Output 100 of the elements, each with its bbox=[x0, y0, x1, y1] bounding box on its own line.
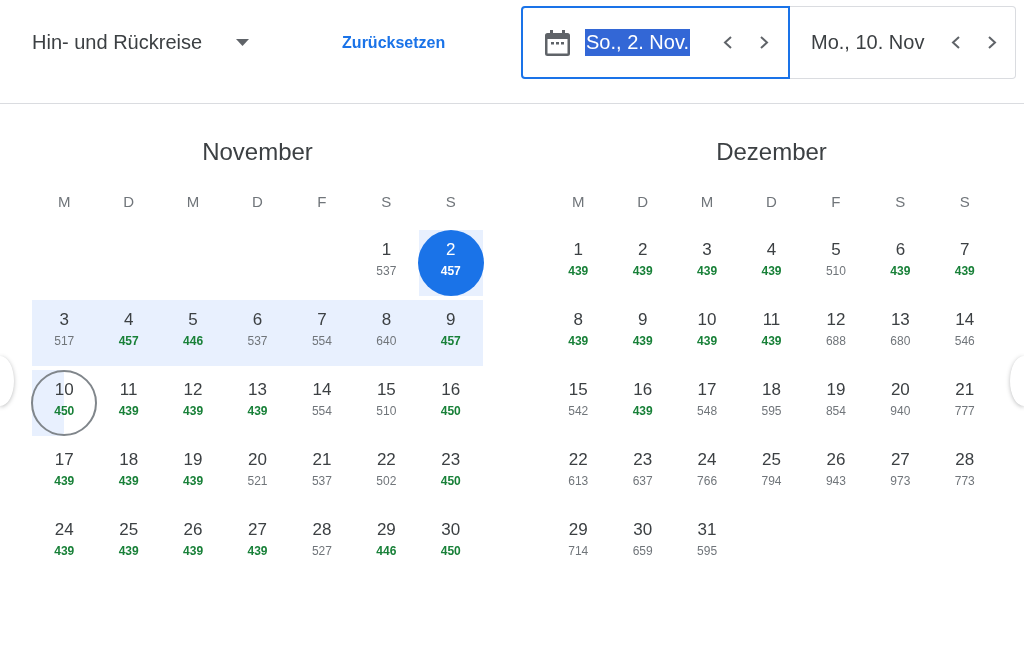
price-label: 446 bbox=[183, 334, 204, 348]
day-button[interactable]: 8 640 bbox=[353, 300, 420, 366]
price-label: 595 bbox=[761, 404, 782, 418]
day-button[interactable]: 9 457 bbox=[417, 300, 484, 366]
chevron-left-icon bbox=[723, 36, 733, 49]
price-label: 521 bbox=[247, 474, 268, 488]
day-button[interactable]: 18 595 bbox=[738, 370, 805, 436]
next-month-button[interactable] bbox=[1010, 356, 1024, 406]
price-label: 510 bbox=[376, 404, 397, 418]
day-button[interactable]: 5 446 bbox=[160, 300, 227, 366]
price-label: 546 bbox=[954, 334, 975, 348]
weekday-label: F bbox=[317, 192, 327, 212]
day-button[interactable]: 23 450 bbox=[417, 440, 484, 506]
day-button[interactable]: 18 439 bbox=[95, 440, 162, 506]
date-picker-field[interactable]: Mo., 10. Nov bbox=[790, 6, 1016, 79]
day-button[interactable]: 4 457 bbox=[95, 300, 162, 366]
price-label: 439 bbox=[247, 404, 268, 418]
date-input-text[interactable]: Mo., 10. Nov bbox=[810, 29, 926, 56]
day-button[interactable]: 15 510 bbox=[353, 370, 420, 436]
day-button[interactable]: 3 517 bbox=[31, 300, 98, 366]
day-button[interactable]: 3 439 bbox=[674, 230, 741, 296]
day-button[interactable]: 10 450 bbox=[31, 370, 98, 436]
day-button[interactable]: 11 439 bbox=[95, 370, 162, 436]
day-button[interactable]: 20 521 bbox=[224, 440, 291, 506]
date-picker-field[interactable]: So., 2. Nov. bbox=[521, 6, 790, 79]
day-button[interactable]: 6 537 bbox=[224, 300, 291, 366]
day-button[interactable]: 12 688 bbox=[802, 300, 869, 366]
day-button[interactable]: 20 940 bbox=[867, 370, 934, 436]
day-button[interactable]: 1 537 bbox=[353, 230, 420, 296]
price-label: 439 bbox=[697, 264, 718, 278]
price-label: 450 bbox=[440, 404, 461, 418]
price-label: 777 bbox=[954, 404, 975, 418]
day-button[interactable]: 13 439 bbox=[224, 370, 291, 436]
day-button[interactable]: 29 446 bbox=[353, 510, 420, 576]
price-label: 766 bbox=[697, 474, 718, 488]
day-button[interactable]: 16 450 bbox=[417, 370, 484, 436]
date-input-text[interactable]: So., 2. Nov. bbox=[585, 29, 690, 56]
chevron-left-icon bbox=[951, 36, 961, 49]
day-button[interactable]: 26 439 bbox=[160, 510, 227, 576]
day-button[interactable]: 17 548 bbox=[674, 370, 741, 436]
day-button[interactable]: 25 439 bbox=[95, 510, 162, 576]
day-button[interactable]: 10 439 bbox=[674, 300, 741, 366]
day-button[interactable]: 8 439 bbox=[545, 300, 612, 366]
day-button[interactable]: 17 439 bbox=[31, 440, 98, 506]
day-button[interactable]: 26 943 bbox=[802, 440, 869, 506]
day-button[interactable]: 22 613 bbox=[545, 440, 612, 506]
day-button[interactable]: 22 502 bbox=[353, 440, 420, 506]
day-button[interactable]: 23 637 bbox=[609, 440, 676, 506]
day-button[interactable]: 28 527 bbox=[288, 510, 355, 576]
weekday-label: S bbox=[445, 192, 456, 212]
day-button[interactable]: 21 777 bbox=[931, 370, 998, 436]
day-button[interactable]: 16 439 bbox=[609, 370, 676, 436]
day-button[interactable]: 24 439 bbox=[31, 510, 98, 576]
day-button[interactable]: 31 595 bbox=[674, 510, 741, 576]
day-button[interactable]: 21 537 bbox=[288, 440, 355, 506]
day-button[interactable]: 13 680 bbox=[867, 300, 934, 366]
price-label: 450 bbox=[440, 474, 461, 488]
trip-type-dropdown[interactable]: Hin- und Rückreise bbox=[32, 22, 250, 63]
reset-link[interactable]: Zurücksetzen bbox=[342, 33, 446, 52]
weekday-label: D bbox=[252, 192, 263, 212]
day-button[interactable]: 7 554 bbox=[288, 300, 355, 366]
day-button[interactable]: 14 554 bbox=[288, 370, 355, 436]
day-button[interactable]: 15 542 bbox=[545, 370, 612, 436]
price-label: 439 bbox=[54, 474, 75, 488]
price-label: 542 bbox=[568, 404, 589, 418]
day-button[interactable]: 7 439 bbox=[931, 230, 998, 296]
day-button[interactable]: 6 439 bbox=[867, 230, 934, 296]
price-label: 439 bbox=[118, 404, 139, 418]
day-button[interactable]: 4 439 bbox=[738, 230, 805, 296]
day-button[interactable]: 9 439 bbox=[609, 300, 676, 366]
day-button[interactable]: 24 766 bbox=[674, 440, 741, 506]
day-button[interactable]: 1 439 bbox=[545, 230, 612, 296]
day-button[interactable]: 27 439 bbox=[224, 510, 291, 576]
price-label: 680 bbox=[890, 334, 911, 348]
previous-month-button[interactable] bbox=[0, 356, 14, 406]
day-button[interactable]: 2 439 bbox=[609, 230, 676, 296]
day-button[interactable]: 28 773 bbox=[931, 440, 998, 506]
day-button[interactable]: 19 439 bbox=[160, 440, 227, 506]
day-button[interactable]: 14 546 bbox=[931, 300, 998, 366]
day-button[interactable]: 29 714 bbox=[545, 510, 612, 576]
price-label: 439 bbox=[761, 334, 782, 348]
price-label: 439 bbox=[183, 474, 204, 488]
price-label: 439 bbox=[954, 264, 975, 278]
day-button[interactable]: 30 659 bbox=[609, 510, 676, 576]
day-button[interactable]: 5 510 bbox=[802, 230, 869, 296]
weekday-label: F bbox=[831, 192, 841, 212]
weekday-label: S bbox=[381, 192, 392, 212]
price-label: 439 bbox=[697, 334, 718, 348]
day-button[interactable]: 19 854 bbox=[802, 370, 869, 436]
day-button[interactable]: 11 439 bbox=[738, 300, 805, 366]
day-button[interactable]: 25 794 bbox=[738, 440, 805, 506]
day-button[interactable]: 30 450 bbox=[417, 510, 484, 576]
day-button[interactable]: 12 439 bbox=[160, 370, 227, 436]
price-label: 973 bbox=[890, 474, 911, 488]
month-title: Dezember bbox=[715, 138, 828, 166]
price-label: 439 bbox=[632, 334, 653, 348]
weekday-label: S bbox=[959, 192, 970, 212]
weekday-label: S bbox=[895, 192, 906, 212]
price-label: 943 bbox=[825, 474, 846, 488]
day-button[interactable]: 27 973 bbox=[867, 440, 934, 506]
